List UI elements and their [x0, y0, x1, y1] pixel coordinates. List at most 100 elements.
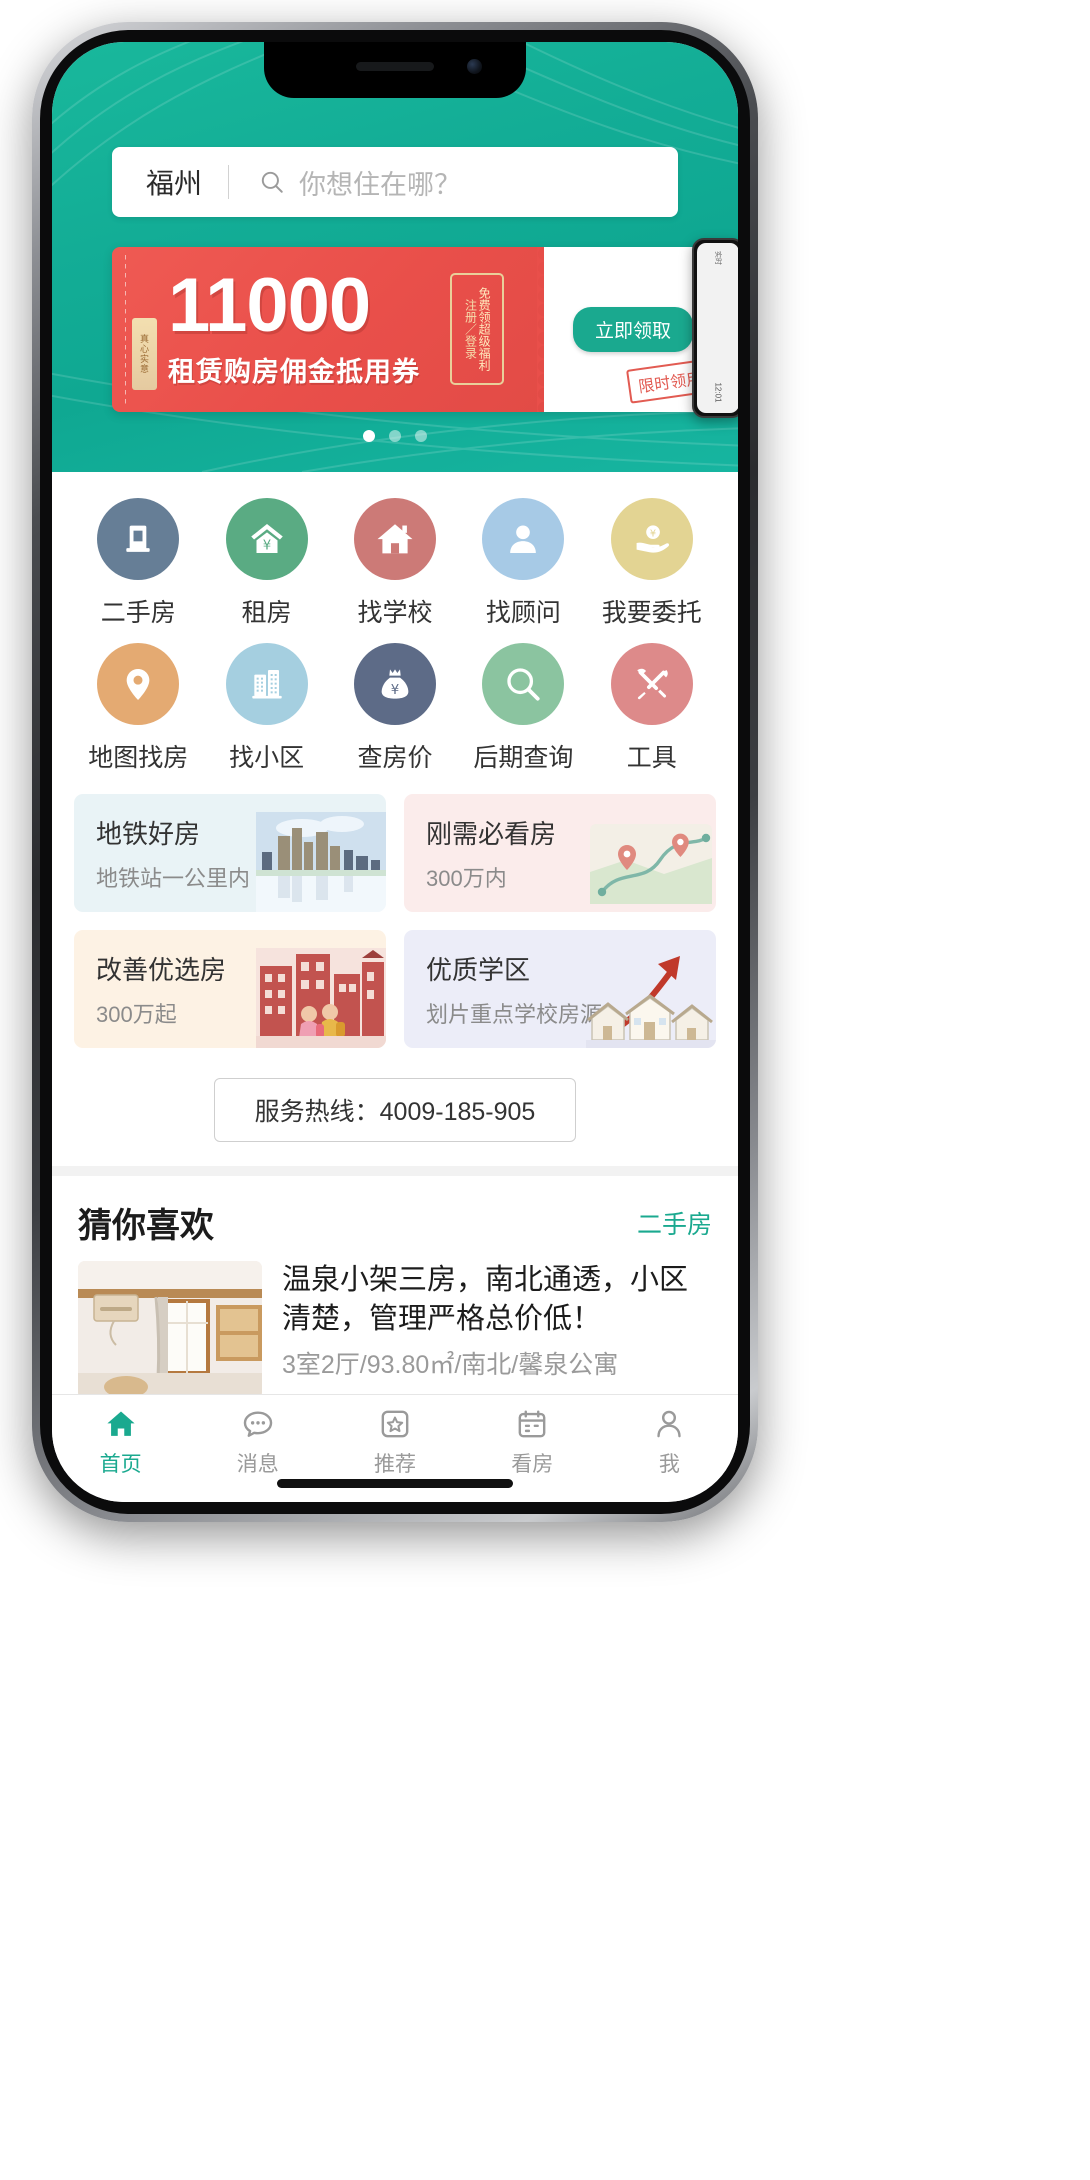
city-selector[interactable]: 福州 [112, 162, 228, 202]
recommend-category-link[interactable]: 二手房 [637, 1205, 712, 1241]
listing-info: 温泉小架三房，南北通透，小区清楚，管理严格总价低！ 3室2厅/93.80㎡/南北… [282, 1261, 712, 1399]
claim-now-button[interactable]: 立即领取 [572, 307, 693, 352]
page-title: 猜你喜欢 [78, 1207, 214, 1245]
tab-label: 我 [658, 1453, 680, 1476]
grid-label: 我要委托 [601, 599, 702, 627]
recommend-header: 猜你喜欢 二手房 [52, 1176, 738, 1261]
promo-banner-carousel[interactable]: 真心实意 11000 租赁购房佣金抵用券 注册／登录 免费领超级福利 立即领取 [112, 247, 722, 412]
tools-wrench-icon [610, 643, 693, 725]
quick-entry-grid: 二手房 ¥ 租房 找学校 找顾问 ¥ 我要委托 地图找房 找小区 ¥ 查房价 后… [52, 472, 738, 778]
tab-viewings[interactable]: 看房 [464, 1407, 601, 1478]
promo-card-ditie[interactable]: 地铁好房 地铁站一公里内 [74, 794, 386, 912]
grid-label: 租房 [241, 599, 292, 627]
coupon-subtitle: 租赁购房佣金抵用券 [168, 357, 420, 388]
ticket-seal: 真心实意 [132, 318, 157, 390]
mini-phone-bottom-label: 12:01 [713, 382, 723, 403]
svg-text:¥: ¥ [262, 539, 270, 554]
magnifier-icon [482, 643, 565, 725]
person-icon [657, 1410, 682, 1438]
grid-item-ershoufang[interactable]: 二手房 [74, 498, 202, 629]
section-divider [52, 1166, 738, 1176]
tab-profile[interactable]: 我 [601, 1407, 738, 1478]
hero-header: 福州 你想住在哪？ 真心实意 11000 租赁购房佣金抵用券 注册／登录 免费领… [52, 42, 738, 472]
search-input[interactable]: 你想住在哪？ [229, 163, 461, 202]
home-icon [106, 1411, 135, 1436]
grid-label: 后期查询 [473, 744, 574, 772]
arrow-houses-art [586, 956, 716, 1048]
hand-coin-icon: ¥ [610, 498, 693, 580]
screenshot-stage: 福州 你想住在哪？ 真心实意 11000 租赁购房佣金抵用券 注册／登录 免费领… [0, 0, 1090, 2180]
home-indicator [277, 1479, 513, 1488]
coupon-ticket[interactable]: 真心实意 11000 租赁购房佣金抵用券 注册／登录 免费领超级福利 [112, 247, 551, 412]
grid-label: 找小区 [229, 744, 305, 772]
map-pin-icon [97, 643, 180, 725]
grid-item-zufang[interactable]: ¥ 租房 [202, 498, 330, 629]
listing-title: 温泉小架三房，南北通透，小区清楚，管理严格总价低！ [282, 1264, 689, 1335]
grid-item-gongju[interactable]: 工具 [588, 643, 716, 774]
phone-frame: 福州 你想住在哪？ 真心实意 11000 租赁购房佣金抵用券 注册／登录 免费领… [32, 22, 758, 1522]
grid-label: 二手房 [100, 599, 176, 627]
tab-recommend[interactable]: 推荐 [326, 1407, 463, 1478]
list-item[interactable]: 温泉小架三房，南北通透，小区清楚，管理严格总价低！ 3室2厅/93.80㎡/南北… [52, 1261, 738, 1399]
promo-card-gaishan[interactable]: 改善优选房 300万起 [74, 930, 386, 1048]
home-chimney-icon [353, 498, 436, 580]
floating-mini-phone[interactable]: 实时 12:01 [692, 238, 738, 418]
house-yen-icon: ¥ [225, 498, 308, 580]
coupon-badge-line2: 免费领超级福利 [477, 287, 492, 371]
grid-item-houqichaxun[interactable]: 后期查询 [459, 643, 587, 774]
grid-item-ditufang[interactable]: 地图找房 [74, 643, 202, 774]
search-icon [261, 171, 283, 193]
grid-label: 工具 [626, 744, 677, 772]
listing-meta: 3室2厅/93.80㎡/南北/馨泉公寓 [282, 1350, 619, 1379]
promo-cards: 地铁好房 地铁站一公里内 刚需必看房 300万内 改善优选房 300万起 优质学… [52, 778, 738, 1048]
tab-home[interactable]: 首页 [52, 1407, 189, 1478]
carousel-dots[interactable] [52, 430, 738, 442]
grid-item-zhaoguwen[interactable]: 找顾问 [459, 498, 587, 629]
mini-phone-screen: 实时 12:01 [697, 243, 738, 413]
svg-text:¥: ¥ [391, 683, 399, 698]
grid-label: 找顾问 [485, 599, 561, 627]
tab-label: 推荐 [374, 1453, 416, 1476]
front-camera-icon [467, 59, 482, 74]
grid-label: 地图找房 [88, 744, 189, 772]
coupon-main: 11000 租赁购房佣金抵用券 [168, 262, 420, 389]
route-map-art [590, 824, 712, 904]
mini-phone-top-label: 实时 [714, 251, 721, 265]
city-skyline-art [256, 812, 386, 912]
svg-text:¥: ¥ [650, 529, 656, 540]
star-box-icon [381, 1410, 409, 1438]
search-bar[interactable]: 福州 你想住在哪？ [112, 147, 678, 217]
carousel-dot-1[interactable] [363, 430, 375, 442]
tab-label: 看房 [511, 1453, 554, 1476]
tab-label: 消息 [236, 1453, 279, 1476]
kids-houses-art [256, 948, 386, 1048]
money-bag-icon: ¥ [353, 643, 436, 725]
search-placeholder: 你想住在哪？ [299, 169, 462, 200]
grid-label: 找学校 [357, 599, 433, 627]
phone-screen: 福州 你想住在哪？ 真心实意 11000 租赁购房佣金抵用券 注册／登录 免费领… [52, 42, 738, 1502]
tab-label: 首页 [99, 1453, 142, 1476]
earpiece-speaker [356, 62, 434, 71]
carousel-dot-2[interactable] [389, 430, 401, 442]
grid-item-zhaoxiaoqu[interactable]: 找小区 [202, 643, 330, 774]
coupon-badge-line1: 注册／登录 [463, 299, 478, 359]
service-hotline-button[interactable]: 服务热线：4009-185-905 [213, 1078, 577, 1142]
promo-card-xuequ[interactable]: 优质学区 划片重点学校房源 [404, 930, 716, 1048]
hotline-section: 服务热线：4009-185-905 [52, 1048, 738, 1166]
coupon-badge: 注册／登录 免费领超级福利 [450, 273, 504, 385]
grid-item-chafangjia[interactable]: ¥ 查房价 [331, 643, 459, 774]
ticket-seal-text: 真心实意 [139, 334, 149, 374]
notch [264, 42, 526, 98]
coupon-amount: 11000 [168, 262, 371, 348]
chat-icon [243, 1411, 273, 1437]
twin-towers-icon [225, 643, 308, 725]
carousel-dot-3[interactable] [415, 430, 427, 442]
tab-messages[interactable]: 消息 [189, 1407, 326, 1478]
grid-item-woyaoweituo[interactable]: ¥ 我要委托 [588, 498, 716, 629]
apartment-building-icon [97, 498, 180, 580]
person-avatar-icon [482, 498, 565, 580]
promo-card-gangxu[interactable]: 刚需必看房 300万内 [404, 794, 716, 912]
grid-item-zhaoxuexiao[interactable]: 找学校 [331, 498, 459, 629]
grid-label: 查房价 [357, 744, 433, 772]
room-photo [78, 1261, 262, 1399]
